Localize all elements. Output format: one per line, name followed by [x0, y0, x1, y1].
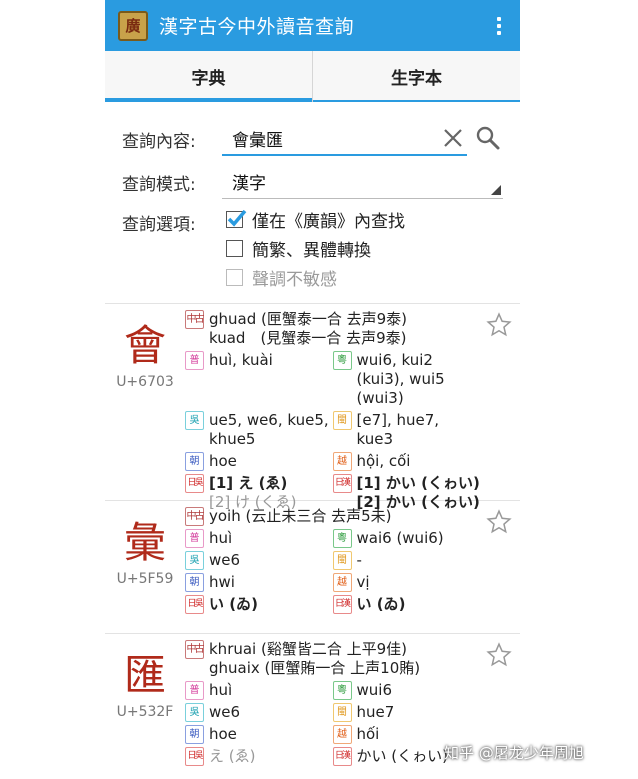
query-input[interactable]: 會彙匯: [222, 122, 500, 156]
option-label: 簡繁、異體轉換: [252, 241, 371, 261]
wu-badge: 吳: [185, 411, 204, 430]
option-variant-conversion[interactable]: 簡繁、異體轉換: [222, 235, 405, 262]
dropdown-triangle-icon: [491, 185, 501, 195]
results-list: 會 U+6703 中古 ghuad (匣蟹泰一合 去声9泰) kuad (見蟹泰…: [105, 303, 520, 779]
korean-reading: hoe: [209, 452, 237, 470]
mandarin-badge: 普: [185, 351, 204, 370]
korean-reading: hwi: [209, 573, 235, 591]
watermark: 知乎 @屠龙少年周旭: [444, 744, 584, 762]
middle-chinese-reading: yoih (云止未三合 去声5未): [209, 507, 392, 525]
min-reading: [e7], hue7, kue3: [356, 411, 440, 448]
japanese-go-on-badge: 日吳: [185, 595, 204, 614]
korean-badge: 朝: [185, 573, 204, 592]
middle-chinese-badge: 中古: [185, 640, 205, 659]
korean-badge: 朝: [185, 452, 204, 471]
unicode-code: U+6703: [116, 374, 174, 390]
min-badge: 閩: [332, 411, 352, 430]
app-bar: 廣 漢字古今中外讀音查詢: [105, 0, 520, 51]
middle-chinese-badge: 中古: [185, 310, 205, 329]
star-icon[interactable]: [486, 312, 512, 338]
search-icon[interactable]: [475, 125, 501, 151]
vietnamese-reading: hội, cối: [356, 452, 411, 470]
japanese-kan-on-badge: 日漢: [332, 474, 352, 493]
cantonese-reading: wui6: [356, 681, 393, 699]
middle-chinese-reading: khruai (谿蟹皆二合 上平9佳): [209, 640, 408, 658]
result-entry[interactable]: 會 U+6703 中古 ghuad (匣蟹泰一合 去声9泰) kuad (見蟹泰…: [105, 304, 520, 511]
cantonese-badge: 粵: [332, 681, 352, 700]
result-entry[interactable]: 彙 U+5F59 中古 yoih (云止未三合 去声5未) 普 huì 粵 wai6…: [105, 501, 520, 634]
headword-char: 彙: [123, 518, 166, 567]
tab-vocabulary-book[interactable]: 生字本: [312, 51, 520, 101]
star-icon[interactable]: [486, 509, 512, 535]
option-guangyun-only[interactable]: 僅在《廣韻》內查找: [222, 206, 405, 233]
query-mode-label: 查詢模式:: [122, 174, 196, 195]
min-badge: 閩: [332, 703, 352, 722]
option-label: 僅在《廣韻》內查找: [252, 212, 405, 232]
clear-icon[interactable]: [441, 126, 465, 150]
japanese-go-on-badge: 日吳: [185, 747, 204, 766]
wu-badge: 吳: [185, 551, 204, 570]
min-reading: hue7: [356, 703, 395, 721]
mandarin-badge: 普: [185, 529, 204, 548]
checkbox-disabled-icon: [226, 269, 243, 286]
query-options-label: 查詢選項:: [122, 215, 196, 235]
middle-chinese-reading: ghuaix (匣蟹賄一合 上声10賄): [209, 659, 421, 677]
unicode-code: U+5F59: [116, 571, 174, 587]
cantonese-reading: wui6, kui2 (kui3), wui5 (wui3): [356, 351, 445, 407]
unicode-code: U+532F: [116, 704, 174, 720]
min-badge: 閩: [332, 551, 352, 570]
min-reading: -: [356, 551, 362, 569]
mandarin-reading: huì, kuài: [209, 351, 273, 369]
star-icon[interactable]: [486, 642, 512, 668]
tab-bar: 字典 生字本: [105, 51, 520, 102]
wu-reading: we6: [209, 551, 241, 569]
headword-char: 會: [123, 321, 166, 370]
japanese-go-on-reading: い (ゐ): [209, 595, 258, 613]
korean-reading: hoe: [209, 725, 237, 743]
query-form: 查詢內容: 會彙匯 查詢模式: 漢字 查詢選項: 僅在《廣韻》內查找 簡繁、異體…: [105, 102, 520, 291]
cantonese-badge: 粵: [332, 351, 352, 370]
option-tone-insensitive: 聲調不敏感: [222, 264, 405, 291]
query-mode-select[interactable]: 漢字: [222, 165, 503, 199]
japanese-kan-on-reading: [1] かい (くゎい): [356, 474, 480, 492]
option-label: 聲調不敏感: [252, 270, 337, 290]
app-title: 漢字古今中外讀音查詢: [159, 16, 355, 38]
vietnamese-reading: vị: [356, 573, 370, 591]
checkbox-icon[interactable]: [226, 240, 243, 257]
korean-badge: 朝: [185, 725, 204, 744]
japanese-kan-on-reading: い (ゐ): [356, 595, 406, 613]
checkbox-checked-icon[interactable]: [226, 209, 247, 228]
wu-badge: 吳: [185, 703, 204, 722]
middle-chinese-reading: ghuad (匣蟹泰一合 去声9泰): [209, 310, 408, 328]
phone-screen: 廣 漢字古今中外讀音查詢 字典 生字本 查詢內容: 會彙匯 查詢模式: 漢字 查…: [105, 0, 520, 779]
mandarin-reading: huì: [209, 681, 233, 699]
app-logo-icon: 廣: [118, 10, 148, 41]
overflow-menu-icon[interactable]: [488, 11, 510, 41]
cantonese-badge: 粵: [332, 529, 352, 548]
mandarin-reading: huì: [209, 529, 233, 547]
wu-reading: ue5, we6, kue5, khue5: [209, 411, 329, 448]
japanese-go-on-reading: [1] え (ゑ): [209, 474, 288, 492]
japanese-go-on-badge: 日吳: [185, 474, 204, 493]
vietnamese-badge: 越: [332, 573, 352, 592]
middle-chinese-reading: kuad (見蟹泰一合 去声9泰): [209, 329, 407, 347]
query-mode-value: 漢字: [232, 174, 266, 194]
mandarin-badge: 普: [185, 681, 204, 700]
middle-chinese-badge: 中古: [185, 507, 205, 526]
japanese-go-on-reading: え (ゑ): [209, 747, 256, 765]
tab-dictionary[interactable]: 字典: [105, 51, 312, 102]
japanese-kan-on-badge: 日漢: [332, 595, 352, 614]
vietnamese-badge: 越: [332, 725, 352, 744]
query-input-value: 會彙匯: [232, 130, 283, 151]
headword-char: 匯: [123, 651, 166, 700]
query-content-label: 查詢內容:: [122, 131, 196, 152]
wu-reading: we6: [209, 703, 241, 721]
vietnamese-badge: 越: [332, 452, 352, 471]
japanese-kan-on-badge: 日漢: [332, 747, 352, 766]
cantonese-reading: wai6 (wui6): [356, 529, 444, 547]
